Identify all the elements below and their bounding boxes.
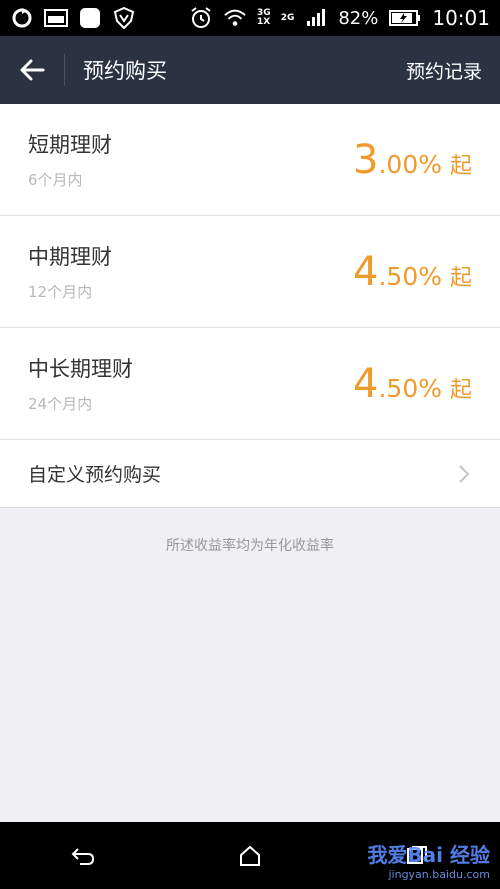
product-name: 中长期理财 xyxy=(28,357,133,381)
product-rate: 4 .50% 起 xyxy=(353,248,472,295)
wifi-icon xyxy=(223,6,247,30)
page-title: 预约购买 xyxy=(83,59,167,83)
network-2g: 2G xyxy=(280,12,295,23)
app-header: 预约购买 预约记录 xyxy=(0,36,500,104)
status-bar: 3G 1X 2G 82% 10:01 xyxy=(0,0,500,36)
annualized-rate-note: 所述收益率均为年化收益率 xyxy=(166,538,334,554)
product-item-short-term[interactable]: 短期理财 6个月内 3 .00% 起 xyxy=(0,104,500,216)
custom-reservation-row[interactable]: 自定义预约购买 xyxy=(0,440,500,508)
chevron-right-icon xyxy=(458,464,472,484)
back-icon xyxy=(71,847,95,865)
battery-percent: 82% xyxy=(338,7,379,29)
alarm-icon xyxy=(189,6,213,30)
header-divider xyxy=(64,54,65,86)
app-square-icon xyxy=(78,6,102,30)
product-term: 24个月内 xyxy=(28,395,93,413)
product-term: 6个月内 xyxy=(28,171,83,189)
back-arrow-icon xyxy=(20,59,45,81)
product-term: 12个月内 xyxy=(28,283,93,301)
product-name: 中期理财 xyxy=(28,245,112,269)
reservation-records-button[interactable]: 预约记录 xyxy=(406,57,500,84)
nav-home-button[interactable] xyxy=(220,831,280,881)
network-3g-1x: 3G 1X xyxy=(257,8,271,27)
back-button[interactable] xyxy=(0,36,64,104)
shield-icon xyxy=(112,6,136,30)
nav-back-button[interactable] xyxy=(53,831,113,881)
baidu-watermark: 我爱Bai 经验 jingyan.baidu.com xyxy=(367,843,490,881)
sync-icon xyxy=(10,6,34,30)
product-item-mid-long-term[interactable]: 中长期理财 24个月内 4 .50% 起 xyxy=(0,328,500,440)
product-list: 短期理财 6个月内 3 .00% 起 中期理财 12个月内 4 .50% 起 中… xyxy=(0,104,500,508)
product-name: 短期理财 xyxy=(28,133,112,157)
signal-icon xyxy=(304,6,328,30)
image-icon xyxy=(44,6,68,30)
home-icon xyxy=(239,845,260,866)
custom-reservation-label: 自定义预约购买 xyxy=(28,464,162,486)
product-item-mid-term[interactable]: 中期理财 12个月内 4 .50% 起 xyxy=(0,216,500,328)
product-rate: 3 .00% 起 xyxy=(353,136,472,183)
battery-charging-icon xyxy=(388,6,422,30)
clock: 10:01 xyxy=(432,6,490,30)
product-rate: 4 .50% 起 xyxy=(353,360,472,407)
